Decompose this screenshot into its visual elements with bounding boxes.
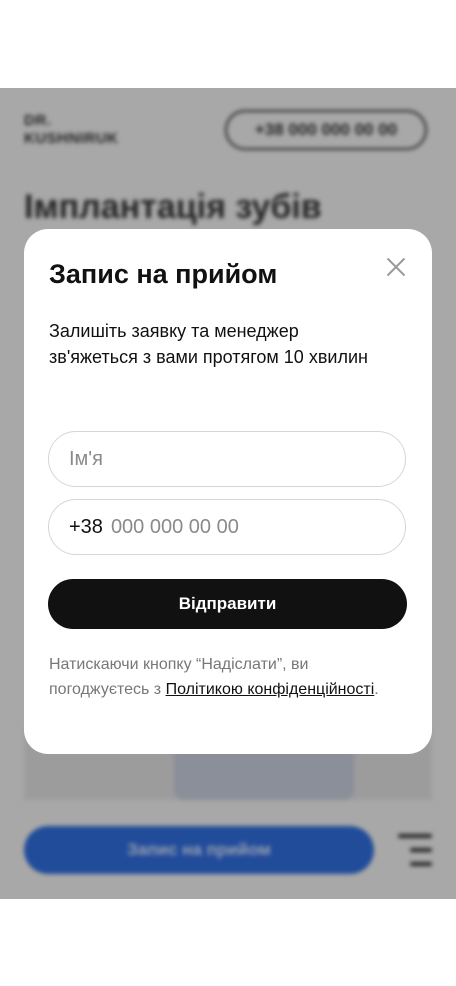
privacy-policy-link[interactable]: Політикою конфіденційності: [166, 681, 375, 698]
name-placeholder: Ім'я: [69, 447, 103, 470]
modal-subtitle: Залишіть заявку та менеджер зв'яжеться з…: [49, 321, 368, 367]
close-icon[interactable]: [382, 253, 410, 281]
phone-field[interactable]: +38 000 000 00 00: [48, 499, 406, 555]
appointment-modal: Запис на прийом Залишіть заявку та менед…: [24, 229, 432, 754]
submit-button[interactable]: Відправити: [48, 579, 407, 629]
phone-placeholder: 000 000 00 00: [110, 515, 239, 538]
consent-suffix: .: [374, 681, 379, 698]
phone-prefix: +38: [69, 515, 103, 538]
modal-title: Запис на прийом: [49, 259, 278, 289]
name-field[interactable]: Ім'я: [48, 431, 406, 487]
consent-text: Натискаючи кнопку “Надіслати”, ви погодж…: [49, 652, 389, 702]
